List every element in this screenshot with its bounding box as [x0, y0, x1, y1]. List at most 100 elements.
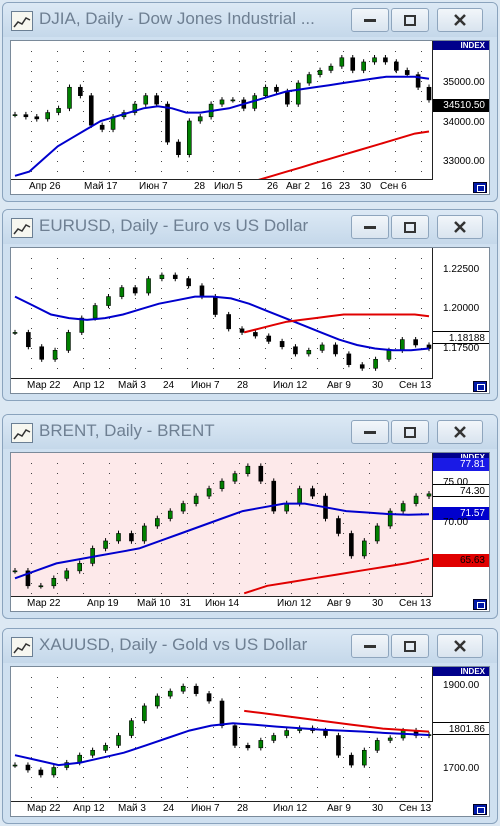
- grid-dot: [265, 298, 266, 299]
- chart-shift-icon[interactable]: [473, 804, 487, 815]
- grid-dot: [109, 101, 110, 102]
- grid-dot: [83, 583, 84, 584]
- chart-window-eurusd[interactable]: EURUSD, Daily - Euro vs US Dollar 1.2250…: [2, 209, 498, 401]
- grid-dot: [83, 493, 84, 494]
- moving-average-line: [14, 502, 430, 580]
- grid-dot: [187, 593, 188, 594]
- grid-dot: [31, 503, 32, 504]
- grid-dot: [31, 61, 32, 62]
- price-candle: [154, 92, 159, 107]
- grid-dot: [135, 757, 136, 758]
- grid-dot: [343, 503, 344, 504]
- grid-dot: [161, 268, 162, 269]
- price-chart[interactable]: [11, 41, 435, 182]
- grid-dot: [213, 171, 214, 172]
- grid-dot: [369, 593, 370, 594]
- chart-window-brent[interactable]: BRENT, Daily - BRENT INDEX 77.81 75.00 7…: [2, 414, 498, 619]
- grid-dot: [57, 161, 58, 162]
- title-bar[interactable]: BRENT, Daily - BRENT: [3, 415, 497, 449]
- grid-dot: [109, 687, 110, 688]
- grid-dot: [31, 131, 32, 132]
- chart-shift-icon[interactable]: [473, 599, 487, 610]
- moving-average-line: [14, 295, 430, 352]
- grid-dot: [31, 563, 32, 564]
- grid-dot: [369, 543, 370, 544]
- price-candle: [426, 342, 432, 352]
- grid-dot: [57, 697, 58, 698]
- price-candle: [394, 59, 399, 74]
- price-candle: [413, 493, 419, 507]
- price-tick: 33000.00: [443, 156, 485, 167]
- grid-dot: [213, 141, 214, 142]
- grid-dot: [317, 727, 318, 728]
- grid-dot: [343, 757, 344, 758]
- minimize-button[interactable]: [351, 420, 389, 444]
- price-candle: [297, 725, 302, 734]
- date-tick: 30: [372, 803, 384, 814]
- grid-dot: [239, 727, 240, 728]
- grid-dot: [343, 268, 344, 269]
- chart-area[interactable]: 1.22500 1.20000 1.17500 1.18188 Мар 22 А…: [10, 247, 490, 394]
- price-chart[interactable]: [11, 248, 435, 381]
- minimize-button[interactable]: [351, 8, 389, 32]
- grid-dot: [109, 777, 110, 778]
- grid-dot: [317, 348, 318, 349]
- price-candle: [25, 568, 31, 589]
- grid-dot: [83, 787, 84, 788]
- minimize-button[interactable]: [351, 634, 389, 658]
- price-chart[interactable]: [11, 453, 435, 599]
- grid-dot: [213, 258, 214, 259]
- minimize-button[interactable]: [351, 215, 389, 239]
- grid-dot: [265, 101, 266, 102]
- title-bar[interactable]: EURUSD, Daily - Euro vs US Dollar: [3, 210, 497, 244]
- grid-dot: [421, 258, 422, 259]
- grid-dot: [109, 328, 110, 329]
- price-candle: [38, 582, 44, 589]
- long-moving-average-line: [243, 557, 430, 595]
- moving-average-line: [14, 722, 430, 767]
- window-title: BRENT, Daily - BRENT: [39, 421, 215, 440]
- grid-dot: [291, 797, 292, 798]
- maximize-button[interactable]: [391, 215, 429, 239]
- grid-dot: [161, 348, 162, 349]
- grid-dot: [291, 573, 292, 574]
- maximize-button[interactable]: [391, 420, 429, 444]
- price-candle: [319, 342, 325, 353]
- grid-dot: [421, 298, 422, 299]
- title-bar[interactable]: XAUUSD, Daily - Gold vs US Dollar: [3, 629, 497, 663]
- price-chart[interactable]: [11, 667, 435, 804]
- grid-dot: [213, 747, 214, 748]
- title-bar[interactable]: DJIA, Daily - Dow Jones Industrial ...: [3, 3, 497, 37]
- grid-dot: [421, 553, 422, 554]
- close-button[interactable]: [437, 634, 483, 658]
- grid-dot: [291, 543, 292, 544]
- grid-dot: [343, 101, 344, 102]
- chart-shift-icon[interactable]: [473, 182, 487, 193]
- close-button[interactable]: [437, 8, 483, 32]
- grid-dot: [135, 797, 136, 798]
- grid-dot: [57, 268, 58, 269]
- grid-dot: [343, 51, 344, 52]
- grid-dot: [213, 278, 214, 279]
- grid-dot: [317, 573, 318, 574]
- date-tick: Май 17: [84, 181, 118, 192]
- grid-dot: [369, 51, 370, 52]
- grid-dot: [395, 308, 396, 309]
- grid-dot: [395, 573, 396, 574]
- chart-window-xauusd[interactable]: XAUUSD, Daily - Gold vs US Dollar INDEX …: [2, 628, 498, 824]
- close-button[interactable]: [437, 215, 483, 239]
- grid-dot: [135, 707, 136, 708]
- grid-dot: [421, 161, 422, 162]
- chart-area[interactable]: INDEX 35000.00 34000.00 33000.00 34510.5…: [10, 40, 490, 195]
- chart-window-djia[interactable]: DJIA, Daily - Dow Jones Industrial ... I…: [2, 2, 498, 202]
- maximize-button[interactable]: [391, 634, 429, 658]
- grid-dot: [161, 328, 162, 329]
- chart-area[interactable]: INDEX 77.81 75.00 74.30 71.57 70.00 65.6…: [10, 452, 490, 612]
- chart-shift-icon[interactable]: [473, 381, 487, 392]
- maximize-button[interactable]: [391, 8, 429, 32]
- price-candle: [333, 342, 338, 357]
- chart-area[interactable]: INDEX 1900.00 1801.86 1700.00 Мар 22 Апр…: [10, 666, 490, 817]
- date-tick: Авг 2: [286, 181, 310, 192]
- grid-dot: [291, 81, 292, 82]
- close-button[interactable]: [437, 420, 483, 444]
